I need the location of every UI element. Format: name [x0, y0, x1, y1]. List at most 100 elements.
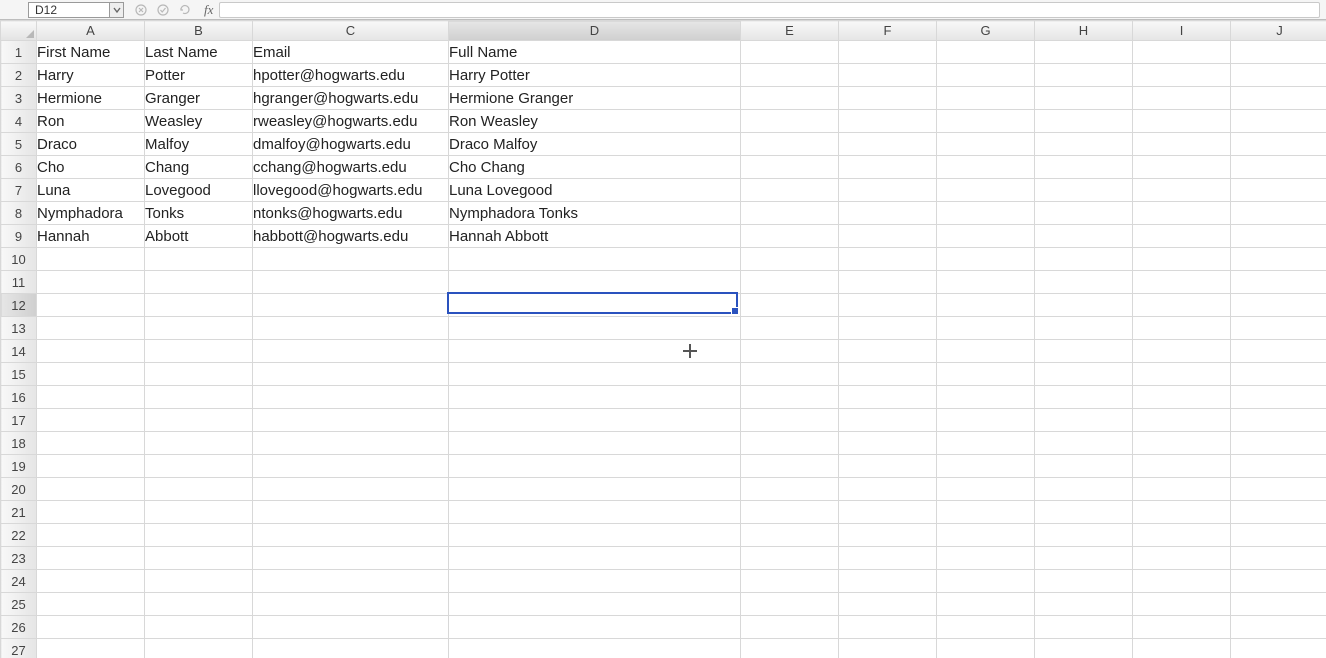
cell-J10[interactable]: [1231, 248, 1326, 271]
cell-J25[interactable]: [1231, 593, 1326, 616]
cell-A8[interactable]: Nymphadora: [37, 202, 145, 225]
cell-C22[interactable]: [253, 524, 449, 547]
cell-C1[interactable]: Email: [253, 41, 449, 64]
cell-J26[interactable]: [1231, 616, 1326, 639]
cell-H1[interactable]: [1035, 41, 1133, 64]
cell-C19[interactable]: [253, 455, 449, 478]
cell-I26[interactable]: [1133, 616, 1231, 639]
cell-F10[interactable]: [839, 248, 937, 271]
cell-E16[interactable]: [741, 386, 839, 409]
cell-H13[interactable]: [1035, 317, 1133, 340]
cell-B22[interactable]: [145, 524, 253, 547]
cell-F9[interactable]: [839, 225, 937, 248]
cell-B16[interactable]: [145, 386, 253, 409]
cell-G24[interactable]: [937, 570, 1035, 593]
cell-I27[interactable]: [1133, 639, 1231, 658]
cell-C3[interactable]: hgranger@hogwarts.edu: [253, 87, 449, 110]
cell-D17[interactable]: [449, 409, 741, 432]
cell-J5[interactable]: [1231, 133, 1326, 156]
cell-D6[interactable]: Cho Chang: [449, 156, 741, 179]
row-header-2[interactable]: 2: [1, 64, 37, 87]
cell-J13[interactable]: [1231, 317, 1326, 340]
cell-I17[interactable]: [1133, 409, 1231, 432]
column-header-C[interactable]: C: [253, 21, 449, 41]
cell-J21[interactable]: [1231, 501, 1326, 524]
cell-H8[interactable]: [1035, 202, 1133, 225]
cell-D8[interactable]: Nymphadora Tonks: [449, 202, 741, 225]
cell-G20[interactable]: [937, 478, 1035, 501]
cell-B2[interactable]: Potter: [145, 64, 253, 87]
cell-G13[interactable]: [937, 317, 1035, 340]
row-header-9[interactable]: 9: [1, 225, 37, 248]
cell-E11[interactable]: [741, 271, 839, 294]
cell-C9[interactable]: habbott@hogwarts.edu: [253, 225, 449, 248]
cell-E10[interactable]: [741, 248, 839, 271]
column-header-F[interactable]: F: [839, 21, 937, 41]
row-header-26[interactable]: 26: [1, 616, 37, 639]
cell-G3[interactable]: [937, 87, 1035, 110]
cell-I25[interactable]: [1133, 593, 1231, 616]
cell-A7[interactable]: Luna: [37, 179, 145, 202]
cell-E4[interactable]: [741, 110, 839, 133]
cell-C8[interactable]: ntonks@hogwarts.edu: [253, 202, 449, 225]
cell-D5[interactable]: Draco Malfoy: [449, 133, 741, 156]
cell-F2[interactable]: [839, 64, 937, 87]
fx-icon[interactable]: fx: [204, 2, 213, 18]
cell-E14[interactable]: [741, 340, 839, 363]
row-header-6[interactable]: 6: [1, 156, 37, 179]
column-header-J[interactable]: J: [1231, 21, 1326, 41]
column-header-B[interactable]: B: [145, 21, 253, 41]
cell-C4[interactable]: rweasley@hogwarts.edu: [253, 110, 449, 133]
cell-H19[interactable]: [1035, 455, 1133, 478]
cell-D12[interactable]: [449, 294, 741, 317]
spreadsheet-grid[interactable]: ABCDEFGHIJ1First NameLast NameEmailFull …: [0, 20, 1326, 658]
cell-J1[interactable]: [1231, 41, 1326, 64]
cell-B27[interactable]: [145, 639, 253, 658]
cell-E27[interactable]: [741, 639, 839, 658]
cell-C7[interactable]: llovegood@hogwarts.edu: [253, 179, 449, 202]
cell-H25[interactable]: [1035, 593, 1133, 616]
cell-D7[interactable]: Luna Lovegood: [449, 179, 741, 202]
column-header-G[interactable]: G: [937, 21, 1035, 41]
cell-H23[interactable]: [1035, 547, 1133, 570]
cell-D13[interactable]: [449, 317, 741, 340]
cell-E3[interactable]: [741, 87, 839, 110]
column-header-D[interactable]: D: [449, 21, 741, 41]
cell-D4[interactable]: Ron Weasley: [449, 110, 741, 133]
cell-J20[interactable]: [1231, 478, 1326, 501]
cell-F4[interactable]: [839, 110, 937, 133]
cell-B21[interactable]: [145, 501, 253, 524]
cell-D20[interactable]: [449, 478, 741, 501]
cell-H18[interactable]: [1035, 432, 1133, 455]
cell-G21[interactable]: [937, 501, 1035, 524]
cell-C14[interactable]: [253, 340, 449, 363]
cell-E13[interactable]: [741, 317, 839, 340]
cell-D23[interactable]: [449, 547, 741, 570]
cell-A5[interactable]: Draco: [37, 133, 145, 156]
cell-B26[interactable]: [145, 616, 253, 639]
cell-F11[interactable]: [839, 271, 937, 294]
cell-C18[interactable]: [253, 432, 449, 455]
cell-H17[interactable]: [1035, 409, 1133, 432]
cell-J2[interactable]: [1231, 64, 1326, 87]
cell-H26[interactable]: [1035, 616, 1133, 639]
cell-B6[interactable]: Chang: [145, 156, 253, 179]
row-header-19[interactable]: 19: [1, 455, 37, 478]
cell-J6[interactable]: [1231, 156, 1326, 179]
cell-J8[interactable]: [1231, 202, 1326, 225]
row-header-4[interactable]: 4: [1, 110, 37, 133]
cell-E23[interactable]: [741, 547, 839, 570]
cell-H24[interactable]: [1035, 570, 1133, 593]
row-header-14[interactable]: 14: [1, 340, 37, 363]
cell-A9[interactable]: Hannah: [37, 225, 145, 248]
cell-G12[interactable]: [937, 294, 1035, 317]
cell-J9[interactable]: [1231, 225, 1326, 248]
cell-A19[interactable]: [37, 455, 145, 478]
cell-C11[interactable]: [253, 271, 449, 294]
formula-input[interactable]: [219, 2, 1320, 18]
cell-F20[interactable]: [839, 478, 937, 501]
cell-C25[interactable]: [253, 593, 449, 616]
row-header-27[interactable]: 27: [1, 639, 37, 658]
cell-D27[interactable]: [449, 639, 741, 658]
cell-G10[interactable]: [937, 248, 1035, 271]
